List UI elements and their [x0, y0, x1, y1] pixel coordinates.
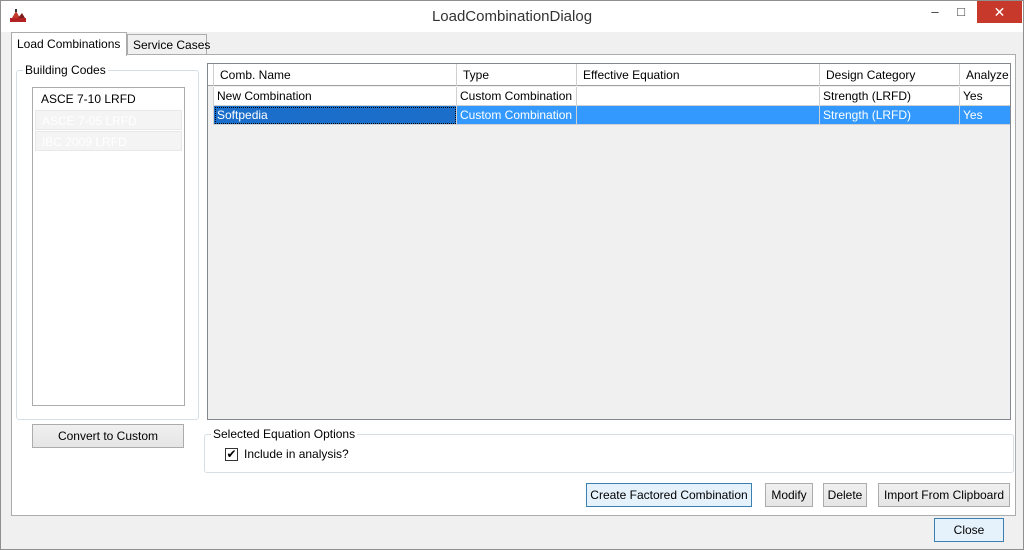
cell-type[interactable]: Custom Combination — [457, 87, 577, 106]
title-bar[interactable]: LoadCombinationDialog – □ ✕ — [1, 1, 1023, 32]
include-in-analysis-label[interactable]: Include in analysis? — [244, 447, 349, 461]
include-in-analysis-checkbox[interactable]: ✔ — [225, 448, 238, 461]
load-combinations-panel: Building Codes ASCE 7-10 LRFD ASCE 7-05 … — [11, 54, 1016, 516]
minimize-icon[interactable]: – — [922, 1, 948, 23]
combinations-grid[interactable]: Comb. Name Type Effective Equation Desig… — [207, 63, 1011, 420]
window-title: LoadCombinationDialog — [431, 8, 593, 25]
column-header-equation[interactable]: Effective Equation — [577, 64, 820, 86]
cell-equation[interactable] — [577, 87, 820, 106]
modify-button[interactable]: Modify — [765, 483, 813, 507]
delete-button[interactable]: Delete — [823, 483, 867, 507]
close-window-icon[interactable]: ✕ — [977, 1, 1022, 23]
load-combination-dialog: LoadCombinationDialog – □ ✕ Load Combina… — [0, 0, 1024, 550]
column-header-name[interactable]: Comb. Name — [214, 64, 457, 86]
building-codes-group: Building Codes ASCE 7-10 LRFD ASCE 7-05 … — [16, 63, 199, 420]
close-button[interactable]: Close — [934, 518, 1004, 542]
grid-header: Comb. Name Type Effective Equation Desig… — [208, 64, 1010, 86]
list-item[interactable]: ASCE 7-10 LRFD — [35, 89, 182, 109]
cell-analyze[interactable]: Yes — [960, 87, 1010, 106]
import-from-clipboard-button[interactable]: Import From Clipboard — [878, 483, 1010, 507]
list-item[interactable]: ASCE 7-05 LRFD — [35, 110, 182, 130]
column-header-analyze[interactable]: Analyze — [960, 64, 1010, 86]
maximize-icon[interactable]: □ — [948, 1, 974, 23]
column-header-category[interactable]: Design Category — [820, 64, 960, 86]
building-codes-list[interactable]: ASCE 7-10 LRFD ASCE 7-05 LRFD IBC 2009 L… — [32, 87, 185, 406]
cell-category[interactable]: Strength (LRFD) — [820, 87, 960, 106]
table-row[interactable]: New Combination Custom Combination Stren… — [208, 87, 1010, 106]
cell-equation[interactable] — [577, 106, 820, 125]
cell-analyze[interactable]: Yes — [960, 106, 1010, 125]
create-factored-combination-button[interactable]: Create Factored Combination — [586, 483, 752, 507]
tab-service-cases[interactable]: Service Cases — [127, 34, 210, 55]
cell-type[interactable]: Custom Combination — [457, 106, 577, 125]
table-row[interactable]: Softpedia Custom Combination Strength (L… — [208, 106, 1010, 125]
convert-to-custom-button[interactable]: Convert to Custom — [32, 424, 184, 448]
cell-name[interactable]: New Combination — [214, 87, 457, 106]
cell-name[interactable]: Softpedia — [214, 106, 457, 125]
tab-load-combinations[interactable]: Load Combinations — [11, 32, 127, 56]
list-item[interactable]: IBC 2009 LRFD — [35, 131, 182, 151]
equation-options-label: Selected Equation Options — [211, 427, 358, 441]
cell-category[interactable]: Strength (LRFD) — [820, 106, 960, 125]
equation-options-group: Selected Equation Options ✔ Include in a… — [204, 427, 1014, 473]
column-header-type[interactable]: Type — [457, 64, 577, 86]
building-codes-label: Building Codes — [23, 63, 108, 77]
